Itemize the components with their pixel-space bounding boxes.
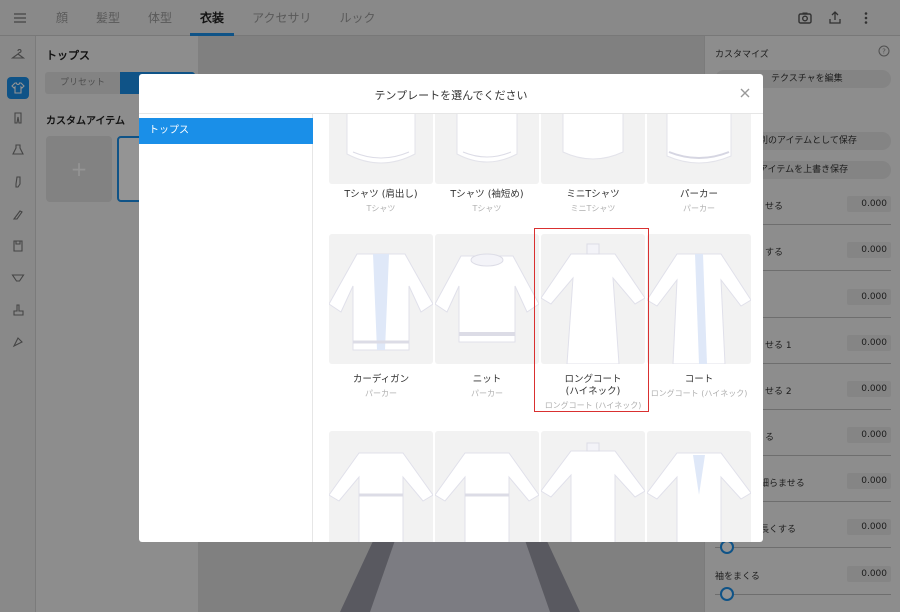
template-name: コート bbox=[684, 374, 714, 385]
dialog-header: テンプレートを選んでください bbox=[139, 74, 763, 114]
template-category-list: トップス bbox=[139, 114, 313, 542]
template-category: ロングコート (ハイネック) bbox=[650, 389, 748, 398]
template-name: ミニTシャツ bbox=[566, 189, 620, 200]
template-name: ニット bbox=[472, 374, 502, 385]
template-thumbnail bbox=[647, 431, 751, 542]
template-thumbnail bbox=[647, 114, 751, 184]
template-picker-dialog: テンプレートを選んでください トップス Tシャツ (肩出し) Tシャツ Tシャツ… bbox=[139, 74, 763, 542]
template-thumbnail bbox=[541, 114, 645, 184]
template-name: Tシャツ (袖短め) bbox=[450, 189, 524, 200]
dialog-title: テンプレートを選んでください bbox=[374, 89, 528, 102]
template-thumbnail bbox=[329, 234, 433, 364]
template-name: カーディガン bbox=[352, 374, 410, 385]
template-category: パーカー bbox=[471, 389, 503, 398]
close-icon[interactable] bbox=[738, 86, 752, 100]
template-category: Tシャツ bbox=[366, 204, 396, 213]
template-category: パーカー bbox=[683, 204, 715, 213]
template-category: ミニTシャツ bbox=[570, 204, 616, 213]
template-category: パーカー bbox=[365, 389, 397, 398]
template-name: パーカー bbox=[679, 189, 718, 200]
template-thumbnail bbox=[435, 431, 539, 542]
template-thumbnail bbox=[435, 114, 539, 184]
template-name: Tシャツ (肩出し) bbox=[344, 189, 418, 200]
template-thumbnail bbox=[647, 234, 751, 364]
category-item-tops[interactable]: トップス bbox=[139, 118, 313, 144]
template-thumbnail bbox=[329, 431, 433, 542]
template-category: Tシャツ bbox=[472, 204, 502, 213]
template-thumbnail bbox=[435, 234, 539, 364]
selected-template-highlight bbox=[534, 228, 649, 412]
template-thumbnail bbox=[541, 431, 645, 542]
template-thumbnail bbox=[329, 114, 433, 184]
